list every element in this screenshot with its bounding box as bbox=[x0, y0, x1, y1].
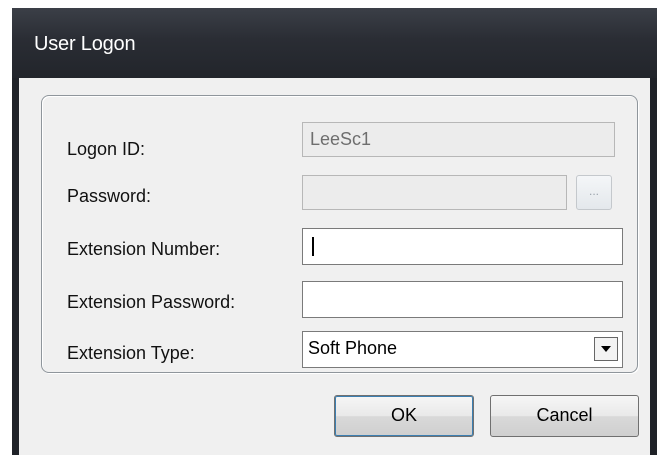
dialog-body: Logon ID: LeeSc1 Password: ... Extension… bbox=[19, 78, 650, 455]
dropdown-button[interactable] bbox=[594, 337, 618, 361]
logon-id-label: Logon ID: bbox=[67, 139, 146, 159]
cancel-button[interactable]: Cancel bbox=[490, 395, 639, 437]
extension-type-select[interactable]: Soft Phone bbox=[302, 331, 623, 368]
extension-password-label: Extension Password: bbox=[67, 292, 236, 312]
browse-button-label: ... bbox=[588, 184, 599, 198]
cancel-button-label: Cancel bbox=[536, 405, 593, 425]
extension-number-label: Extension Number: bbox=[67, 239, 221, 259]
dialog-title: User Logon bbox=[34, 33, 136, 55]
ok-button-label: OK bbox=[390, 405, 417, 425]
logon-id-field: LeeSc1 bbox=[302, 122, 615, 157]
password-label: Password: bbox=[67, 186, 152, 206]
ok-button[interactable]: OK bbox=[334, 395, 474, 437]
title-bar[interactable]: User Logon bbox=[12, 8, 657, 78]
extension-number-input[interactable] bbox=[302, 228, 623, 265]
password-browse-button[interactable]: ... bbox=[576, 175, 612, 210]
extension-type-selected: Soft Phone bbox=[308, 338, 398, 358]
extension-password-input[interactable] bbox=[302, 281, 623, 318]
chevron-down-icon bbox=[601, 346, 611, 352]
extension-type-label: Extension Type: bbox=[67, 343, 195, 363]
user-logon-dialog: User Logon Logon ID: LeeSc1 Password: ..… bbox=[12, 8, 657, 455]
password-field bbox=[302, 175, 567, 210]
logon-id-value: LeeSc1 bbox=[310, 129, 372, 149]
text-caret bbox=[312, 237, 314, 256]
